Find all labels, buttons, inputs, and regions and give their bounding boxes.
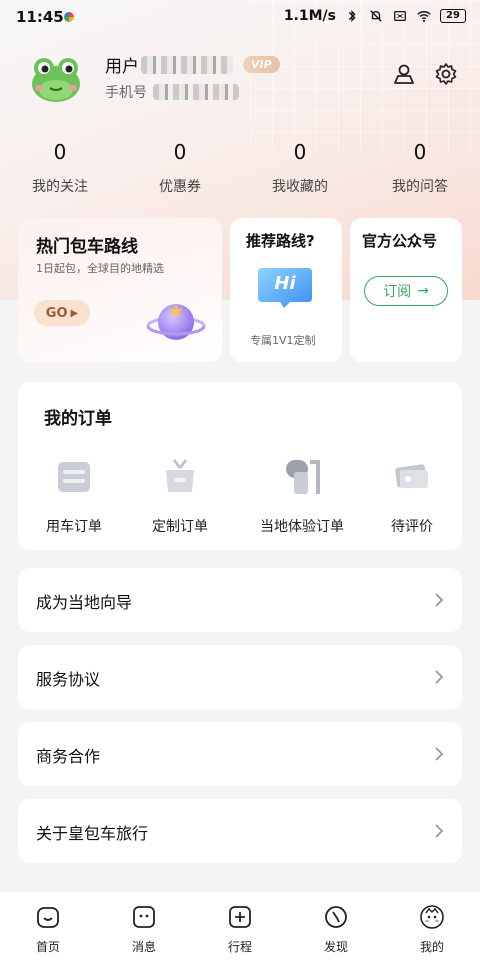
stat-value: 0 [413, 140, 427, 164]
home-icon [37, 907, 59, 928]
gift-order-icon [166, 459, 194, 492]
user-name-row: 用户 VIP [105, 52, 280, 77]
nav-messages[interactable]: 消息 [96, 892, 192, 960]
mute-icon [370, 10, 382, 22]
recommend-caption: 专属1V1定制 [250, 334, 316, 347]
stat-label: 我的问答 [392, 179, 448, 195]
status-bar: 11:45 1.1M/s 29 [0, 0, 480, 34]
menu-label: 服务协议 [36, 670, 101, 689]
sim-icon [394, 10, 406, 22]
user-name-redacted [141, 55, 233, 74]
nav-discover[interactable]: 发现 [288, 892, 384, 960]
car-order-icon [58, 462, 90, 492]
user-name: 用户 [105, 57, 139, 77]
app-notification-icon [64, 12, 74, 22]
wifi-icon [417, 11, 431, 22]
menu-service-agreement[interactable]: 服务协议 [18, 645, 462, 709]
stat-qa[interactable]: 0 我的问答 [360, 140, 480, 196]
menu-label: 成为当地向导 [36, 593, 133, 612]
menu-business-cooperation[interactable]: 商务合作 [18, 722, 462, 786]
nav-label: 行程 [227, 940, 252, 954]
planet-icon [146, 304, 206, 340]
avatar[interactable] [28, 52, 84, 104]
order-label: 定制订单 [152, 519, 208, 535]
nav-home[interactable]: 首页 [0, 892, 96, 960]
nav-label: 首页 [35, 940, 60, 954]
phone-redacted [153, 84, 239, 100]
order-car[interactable]: 用车订单 [38, 454, 110, 536]
battery-indicator: 29 [440, 9, 466, 23]
stat-value: 0 [53, 140, 67, 164]
stat-coupons[interactable]: 0 优惠券 [120, 140, 240, 196]
order-label: 待评价 [391, 519, 433, 535]
nav-trips[interactable]: 行程 [192, 892, 288, 960]
order-label: 当地体验订单 [260, 519, 344, 535]
arrow-right-icon: → [417, 283, 429, 299]
menu-label: 关于皇包车旅行 [36, 824, 149, 843]
nav-profile[interactable]: 我的 [384, 892, 480, 960]
official-account-card[interactable]: 官方公众号 订阅 → [350, 218, 462, 362]
hot-routes-title: 热门包车路线 [36, 237, 138, 257]
profile-icon [420, 905, 444, 929]
nav-label: 发现 [323, 940, 348, 954]
order-custom[interactable]: 定制订单 [144, 454, 216, 536]
stat-following[interactable]: 0 我的关注 [0, 140, 120, 196]
stat-favorites[interactable]: 0 我收藏的 [240, 140, 360, 196]
nav-label: 我的 [419, 940, 444, 954]
chevron-right-icon [435, 824, 444, 838]
account-icon[interactable] [392, 62, 416, 86]
hot-routes-subtitle: 1日起包，全球目的地精选 [36, 262, 164, 275]
phone-label: 手机号 [105, 85, 147, 101]
network-speed: 1.1M/s [283, 8, 336, 24]
message-icon [133, 906, 155, 928]
status-time: 11:45 [16, 8, 64, 26]
stat-label: 优惠券 [159, 179, 201, 195]
order-experience[interactable]: 当地体验订单 [254, 454, 350, 536]
subscribe-button[interactable]: 订阅 → [364, 276, 448, 306]
order-review[interactable]: 待评价 [380, 454, 444, 536]
nav-label: 消息 [131, 940, 156, 954]
stat-value: 0 [293, 140, 307, 164]
go-button[interactable]: GO ▶ [34, 300, 90, 326]
hot-routes-card[interactable]: 热门包车路线 1日起包，全球目的地精选 GO ▶ [18, 218, 222, 362]
chevron-right-icon [435, 670, 444, 684]
orders-title: 我的订单 [44, 409, 112, 429]
experience-order-icon [286, 460, 320, 494]
play-arrow-icon: ▶ [70, 307, 79, 319]
menu-become-guide[interactable]: 成为当地向导 [18, 568, 462, 632]
bluetooth-icon [348, 10, 356, 22]
menu-label: 商务合作 [36, 747, 101, 766]
settings-icon[interactable] [434, 62, 458, 86]
recommend-title: 推荐路线? [246, 232, 315, 250]
phone-row: 手机号 [105, 82, 239, 102]
chevron-right-icon [435, 747, 444, 761]
go-label: GO [45, 305, 68, 321]
vip-badge: VIP [243, 56, 280, 73]
recommend-route-card[interactable]: 推荐路线? Hi 专属1V1定制 [230, 218, 342, 362]
discover-icon [325, 906, 347, 928]
chevron-right-icon [435, 593, 444, 607]
hi-bubble-text: Hi [274, 273, 296, 294]
stat-label: 我的关注 [32, 179, 88, 195]
ticket-review-icon [395, 464, 428, 488]
trip-icon [229, 906, 251, 928]
order-label: 用车订单 [46, 519, 102, 535]
subscribe-label: 订阅 [383, 284, 412, 300]
menu-about[interactable]: 关于皇包车旅行 [18, 799, 462, 863]
official-title: 官方公众号 [362, 232, 438, 250]
stats-row: 0 我的关注 0 优惠券 0 我收藏的 0 我的问答 [0, 140, 480, 196]
my-orders-section: 我的订单 用车订单 定制订单 当地体验订单 待评价 [18, 382, 462, 550]
stat-label: 我收藏的 [272, 179, 328, 195]
stat-value: 0 [173, 140, 187, 164]
bottom-navigation: 首页 消息 行程 发现 我的 [0, 892, 480, 960]
